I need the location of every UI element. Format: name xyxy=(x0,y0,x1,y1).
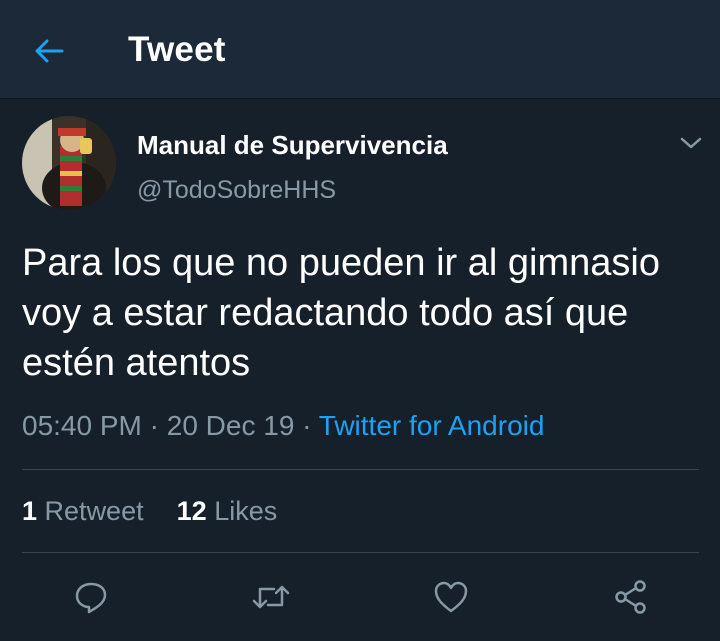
like-button[interactable] xyxy=(426,572,476,622)
retweet-icon xyxy=(252,585,290,609)
chevron-down-icon xyxy=(680,137,702,149)
reply-button[interactable] xyxy=(66,572,116,622)
share-icon xyxy=(615,580,646,614)
like-icon xyxy=(434,581,468,613)
tweet-source-link[interactable]: Twitter for Android xyxy=(319,410,545,441)
author-display-name[interactable]: Manual de Supervivencia xyxy=(137,130,448,161)
back-button[interactable] xyxy=(26,28,72,74)
divider xyxy=(22,552,699,553)
engagement-stats: 1 Retweet 12 Likes xyxy=(22,496,277,527)
tweet-options-button[interactable] xyxy=(674,128,708,158)
retweets-label: Retweet xyxy=(44,496,144,526)
top-bar: Tweet xyxy=(0,0,720,99)
share-button[interactable] xyxy=(606,572,656,622)
likes-count: 12 xyxy=(176,496,207,526)
meta-separator: · xyxy=(141,410,167,441)
tweet-actions-bar xyxy=(0,566,720,626)
tweet-time: 05:40 PM xyxy=(22,410,142,441)
tweet-metadata: 05:40 PM · 20 Dec 19 · Twitter for Andro… xyxy=(22,410,544,442)
reply-icon xyxy=(75,582,107,614)
author-handle[interactable]: @TodoSobreHHS xyxy=(137,176,336,205)
divider xyxy=(22,469,699,470)
tweet-date: 20 Dec 19 xyxy=(166,410,295,441)
retweets-count: 1 xyxy=(22,496,38,526)
page-title: Tweet xyxy=(128,30,226,69)
retweets-stat[interactable]: 1 Retweet xyxy=(22,496,144,526)
tweet-text: Para los que no pueden ir al gimnasio vo… xyxy=(22,242,660,384)
avatar[interactable] xyxy=(22,116,116,210)
arrow-left-icon xyxy=(35,39,64,63)
meta-separator: · xyxy=(294,410,319,441)
likes-label: Likes xyxy=(214,496,278,526)
likes-stat[interactable]: 12 Likes xyxy=(177,496,278,526)
retweet-button[interactable] xyxy=(246,572,296,622)
